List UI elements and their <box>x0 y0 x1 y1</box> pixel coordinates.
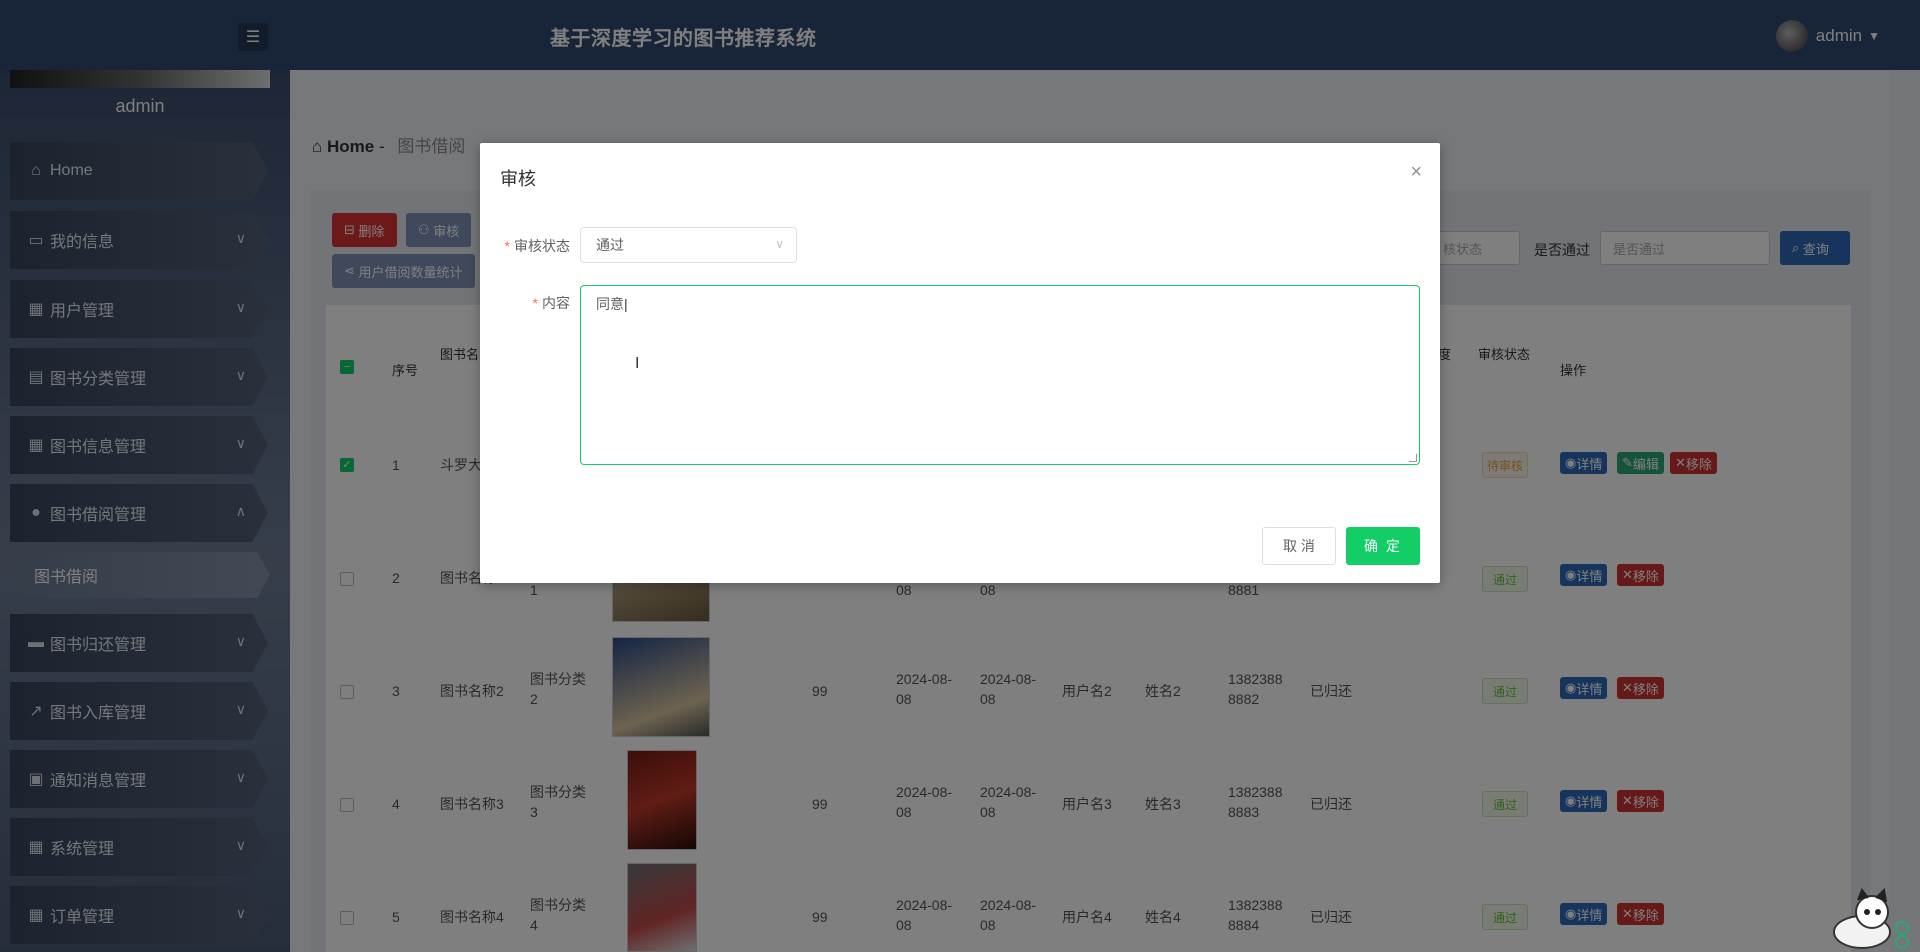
audit-status-select[interactable]: 通过 ∨ <box>580 227 797 263</box>
confirm-button[interactable]: 确 定 <box>1346 527 1420 565</box>
content-label: * 内容 <box>532 295 570 311</box>
dialog-title: 审核 <box>500 169 536 189</box>
audit-dialog: 审核 × * 审核状态 通过 ∨ * 内容 同意| I 取 消 确 定 <box>480 143 1440 583</box>
close-icon[interactable]: × <box>1410 161 1422 184</box>
chevron-down-icon: ∨ <box>775 237 784 251</box>
cancel-button[interactable]: 取 消 <box>1262 527 1336 565</box>
mascot-icon[interactable] <box>1832 888 1910 950</box>
content-textarea[interactable]: 同意| <box>580 285 1420 465</box>
status-label: * 审核状态 <box>504 238 570 254</box>
resize-handle-icon[interactable] <box>1409 454 1417 462</box>
text-cursor-icon: I <box>635 355 640 372</box>
